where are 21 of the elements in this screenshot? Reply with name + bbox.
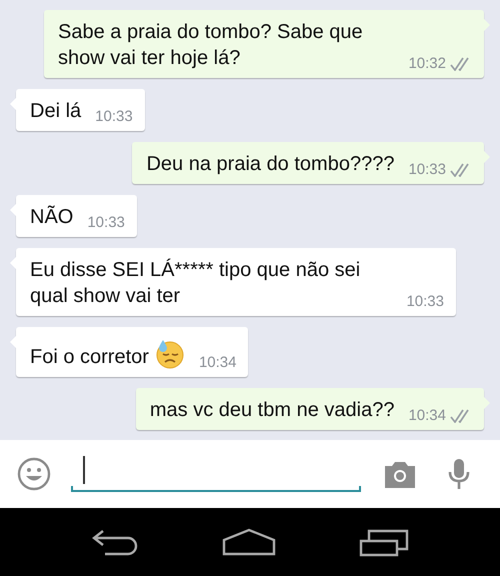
message-text: NÃO (30, 204, 74, 230)
emoji-icon[interactable] (17, 457, 51, 491)
message-time: 10:34 (408, 407, 446, 425)
message-text: Dei lá (30, 99, 82, 124)
home-icon[interactable] (222, 528, 276, 556)
message-text: mas vc deu tbm ne vadia?? (150, 398, 394, 423)
back-icon[interactable] (91, 528, 140, 556)
message-text: Eu disse SEI LÁ***** tipo que não sei qual show vai ter (30, 258, 362, 309)
message-time: 10:33 (406, 293, 444, 311)
message-field[interactable] (71, 456, 361, 492)
microphone-icon[interactable] (447, 458, 471, 490)
message-text: Deu na praia do tombo???? (146, 152, 394, 177)
message-time: 10:34 (198, 354, 236, 372)
recent-apps-icon[interactable] (358, 527, 409, 557)
message-time: 10:33 (95, 108, 133, 126)
message-time: 10:32 (408, 55, 446, 73)
message-time: 10:33 (87, 214, 125, 232)
message-text: Foi o corretor (30, 345, 149, 370)
message-time: 10:33 (408, 161, 446, 179)
camera-icon[interactable] (383, 460, 417, 488)
message-text: Sabe a praia do tombo? Sabe que show vai ter hoje lá? (58, 20, 364, 71)
